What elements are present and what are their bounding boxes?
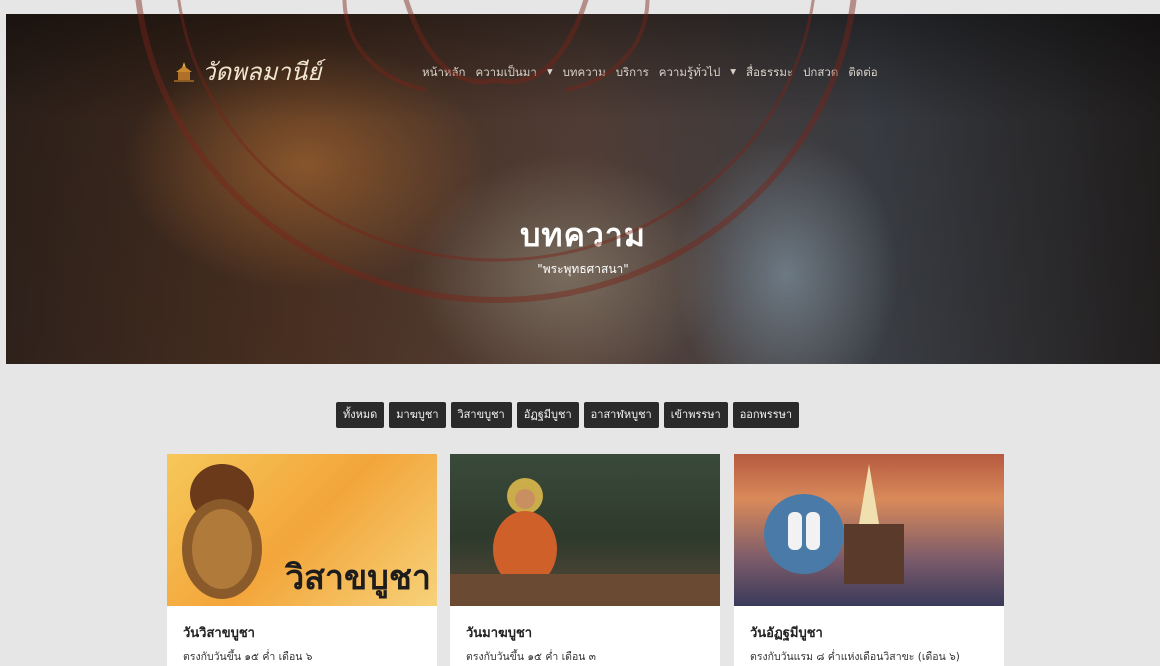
- footprint-painting-icon: [764, 464, 904, 584]
- article-card[interactable]: วันอัฏฐมีบูชา ตรงกับวันแรม ๘ ค่ำแห่งเดือ…: [734, 454, 1004, 666]
- nav-home[interactable]: หน้าหลัก: [422, 64, 466, 82]
- meditating-monk-icon: [450, 478, 720, 606]
- article-title[interactable]: วันวิสาขบูชา: [183, 622, 255, 643]
- buddha-head-icon: [182, 464, 262, 599]
- navbar: วัดพลมานีย์ หน้าหลัก ความเป็นมา ▾ บทความ…: [6, 14, 1160, 106]
- chevron-down-icon[interactable]: ▾: [547, 64, 553, 82]
- article-image[interactable]: [450, 454, 720, 606]
- image-caption: วิสาขบูชา: [285, 558, 431, 598]
- temple-icon: [174, 61, 194, 82]
- article-desc: ตรงกับวันขึ้น ๑๕ ค่ำ เดือน ๓: [466, 651, 596, 663]
- filter-ok-phansa[interactable]: ออกพรรษา: [732, 402, 800, 428]
- article-desc: ตรงกับวันแรม ๘ ค่ำแห่งเดือนวิสาขะ (เดือน…: [750, 651, 960, 663]
- page-subtitle: "พระพุทธศาสนา": [537, 262, 629, 276]
- category-filters: ทั้งหมด มาฆบูชา วิสาขบูชา อัฏฐมีบูชา อาส…: [336, 402, 800, 428]
- filter-makha-bucha[interactable]: มาฆบูชา: [389, 402, 446, 428]
- nav-articles[interactable]: บทความ: [563, 64, 606, 82]
- page-title: บทความ: [520, 216, 646, 254]
- brand-logo[interactable]: วัดพลมานีย์: [172, 52, 321, 91]
- nav-chanting[interactable]: ปกสวด: [803, 64, 838, 82]
- article-title[interactable]: วันมาฆบูชา: [466, 622, 532, 643]
- article-title[interactable]: วันอัฏฐมีบูชา: [750, 622, 823, 643]
- filter-asalha-bucha[interactable]: อาสาฬหบูชา: [583, 402, 659, 428]
- filter-visakha-bucha[interactable]: วิสาขบูชา: [450, 402, 512, 428]
- filter-khao-phansa[interactable]: เข้าพรรษา: [663, 402, 728, 428]
- article-desc: ตรงกับวันขึ้น ๑๕ ค่ำ เดือน ๖: [183, 651, 313, 663]
- filter-all[interactable]: ทั้งหมด: [336, 402, 385, 428]
- brand-name: วัดพลมานีย์: [202, 58, 322, 86]
- nav-general-knowledge[interactable]: ความรู้ทั่วไป: [659, 64, 721, 82]
- article-image[interactable]: [734, 454, 1004, 606]
- nav-services[interactable]: บริการ: [616, 64, 649, 82]
- article-card[interactable]: วันมาฆบูชา ตรงกับวันขึ้น ๑๕ ค่ำ เดือน ๓: [450, 454, 720, 666]
- nav-dharma-media[interactable]: สื่อธรรมะ: [746, 64, 793, 82]
- main-nav: หน้าหลัก ความเป็นมา ▾ บทความ บริการ ความ…: [422, 64, 878, 82]
- article-image[interactable]: วิสาขบูชา: [167, 454, 437, 606]
- filter-atthami-bucha[interactable]: อัฏฐมีบูชา: [516, 402, 579, 428]
- article-card[interactable]: วิสาขบูชา วันวิสาขบูชา ตรงกับวันขึ้น ๑๕ …: [167, 454, 437, 666]
- chevron-down-icon[interactable]: ▾: [730, 64, 736, 82]
- hero-banner: วัดพลมานีย์ หน้าหลัก ความเป็นมา ▾ บทความ…: [6, 14, 1160, 364]
- nav-history[interactable]: ความเป็นมา: [476, 64, 537, 82]
- nav-contact[interactable]: ติดต่อ: [848, 64, 877, 82]
